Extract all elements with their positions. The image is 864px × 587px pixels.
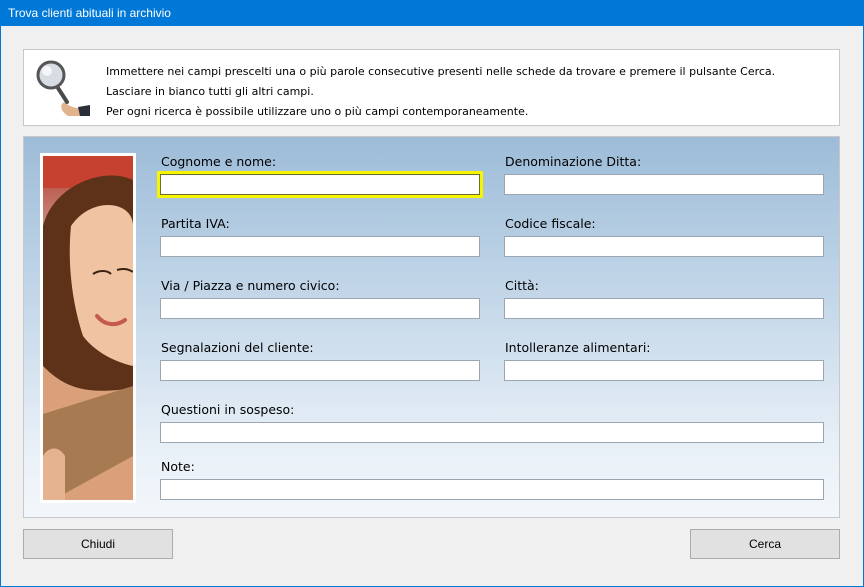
instruction-line-3: Per ogni ricerca è possibile utilizzare …	[106, 105, 529, 118]
search-form: Cognome e nome: Denominazione Ditta: Par…	[23, 136, 840, 518]
codice-fiscale-input[interactable]	[504, 236, 824, 257]
label-questioni: Questioni in sospeso:	[161, 402, 295, 417]
label-via-piazza: Via / Piazza e numero civico:	[161, 278, 340, 293]
cognome-nome-input[interactable]	[157, 171, 483, 198]
segnalazioni-input[interactable]	[160, 360, 480, 381]
label-denominazione-ditta: Denominazione Ditta:	[505, 154, 642, 169]
note-input[interactable]	[160, 479, 824, 500]
intolleranze-input[interactable]	[504, 360, 824, 381]
magnifier-hand-icon	[34, 58, 92, 116]
customer-photo	[40, 153, 136, 503]
label-citta: Città:	[505, 278, 539, 293]
denominazione-ditta-input[interactable]	[504, 174, 824, 195]
via-piazza-input[interactable]	[160, 298, 480, 319]
close-button[interactable]: Chiudi	[23, 529, 173, 559]
instruction-line-1: Immettere nei campi prescelti una o più …	[106, 65, 776, 78]
label-codice-fiscale: Codice fiscale:	[505, 216, 596, 231]
label-segnalazioni: Segnalazioni del cliente:	[161, 340, 314, 355]
instructions-panel: Immettere nei campi prescelti una o più …	[23, 49, 840, 126]
partita-iva-input[interactable]	[160, 236, 480, 257]
search-button[interactable]: Cerca	[690, 529, 840, 559]
label-intolleranze: Intolleranze alimentari:	[505, 340, 651, 355]
label-cognome-nome: Cognome e nome:	[161, 154, 277, 169]
questioni-input[interactable]	[160, 422, 824, 443]
instruction-line-2: Lasciare in bianco tutti gli altri campi…	[106, 85, 314, 98]
label-partita-iva: Partita IVA:	[161, 216, 230, 231]
citta-input[interactable]	[504, 298, 824, 319]
dialog-body: Immettere nei campi prescelti una o più …	[1, 26, 863, 586]
window-title: Trova clienti abituali in archivio	[0, 0, 864, 26]
label-note: Note:	[161, 459, 195, 474]
